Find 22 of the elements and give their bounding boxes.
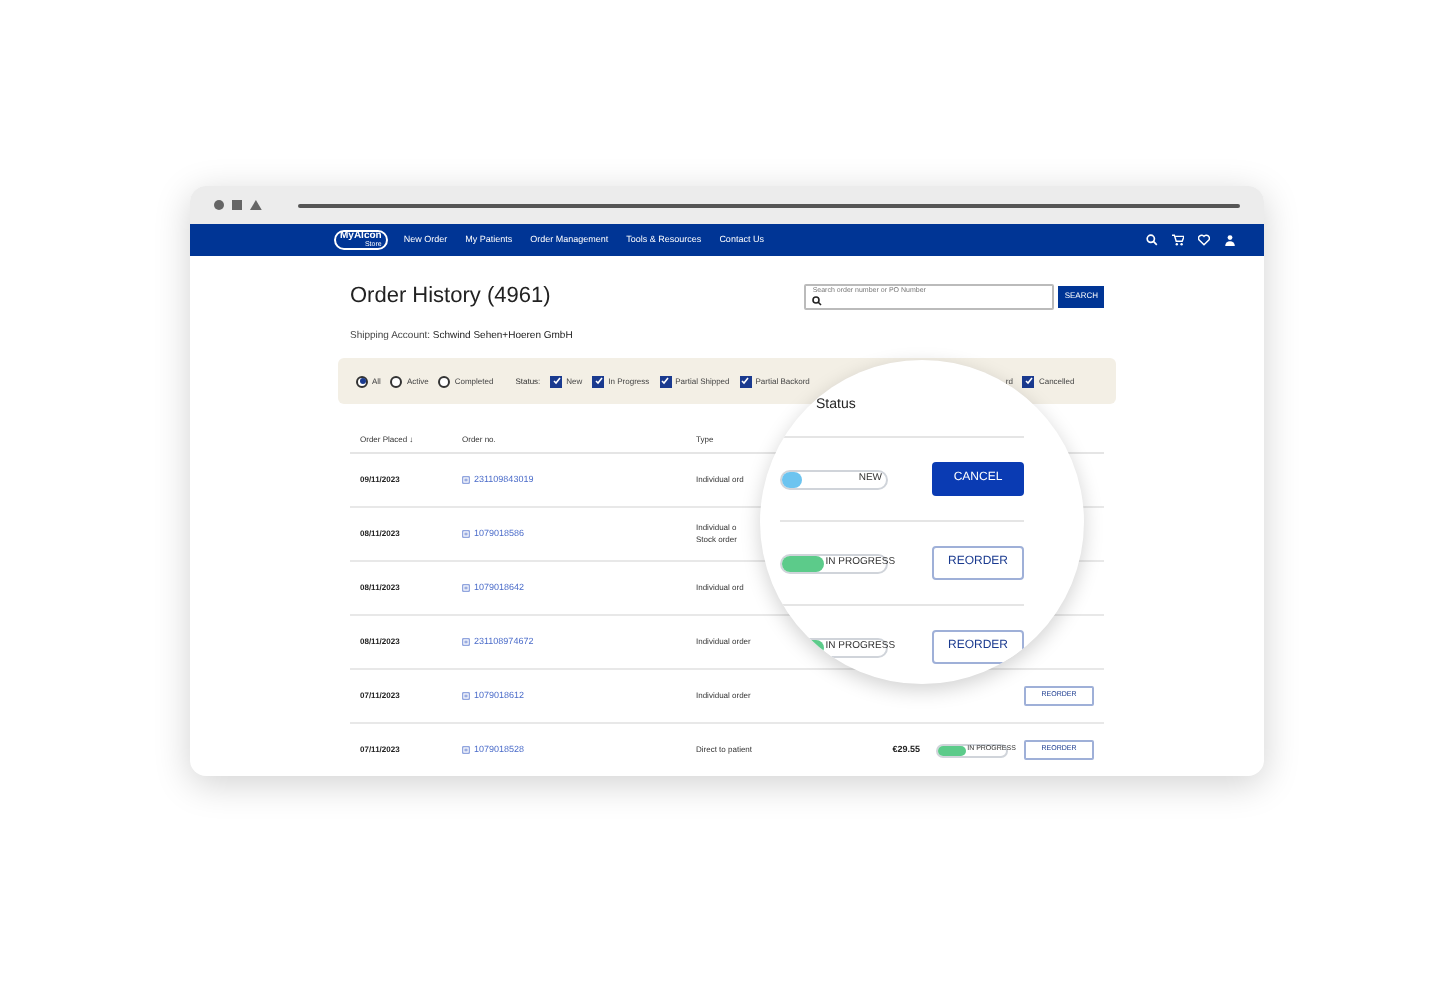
heart-icon[interactable] (1198, 234, 1210, 246)
radio-button[interactable] (390, 375, 403, 387)
search-icon[interactable] (1146, 234, 1158, 246)
square-icon (231, 200, 242, 210)
document-icon (462, 584, 470, 592)
document-icon (462, 692, 470, 700)
checkbox[interactable] (659, 375, 672, 387)
document-icon (462, 638, 470, 646)
radio-button[interactable] (438, 375, 451, 387)
user-icon[interactable] (1224, 234, 1236, 246)
page-title: Order History (4961) (350, 282, 551, 312)
cart-icon[interactable] (1172, 234, 1184, 246)
checkbox[interactable] (592, 375, 605, 387)
checkbox[interactable] (739, 375, 752, 387)
triangle-icon (249, 200, 262, 210)
document-icon (462, 746, 470, 754)
search-icon (812, 295, 823, 305)
document-icon (462, 476, 470, 484)
checkbox[interactable] (550, 375, 563, 387)
radio-button[interactable] (356, 375, 368, 387)
checkbox[interactable] (1022, 375, 1035, 387)
document-icon (462, 530, 470, 538)
